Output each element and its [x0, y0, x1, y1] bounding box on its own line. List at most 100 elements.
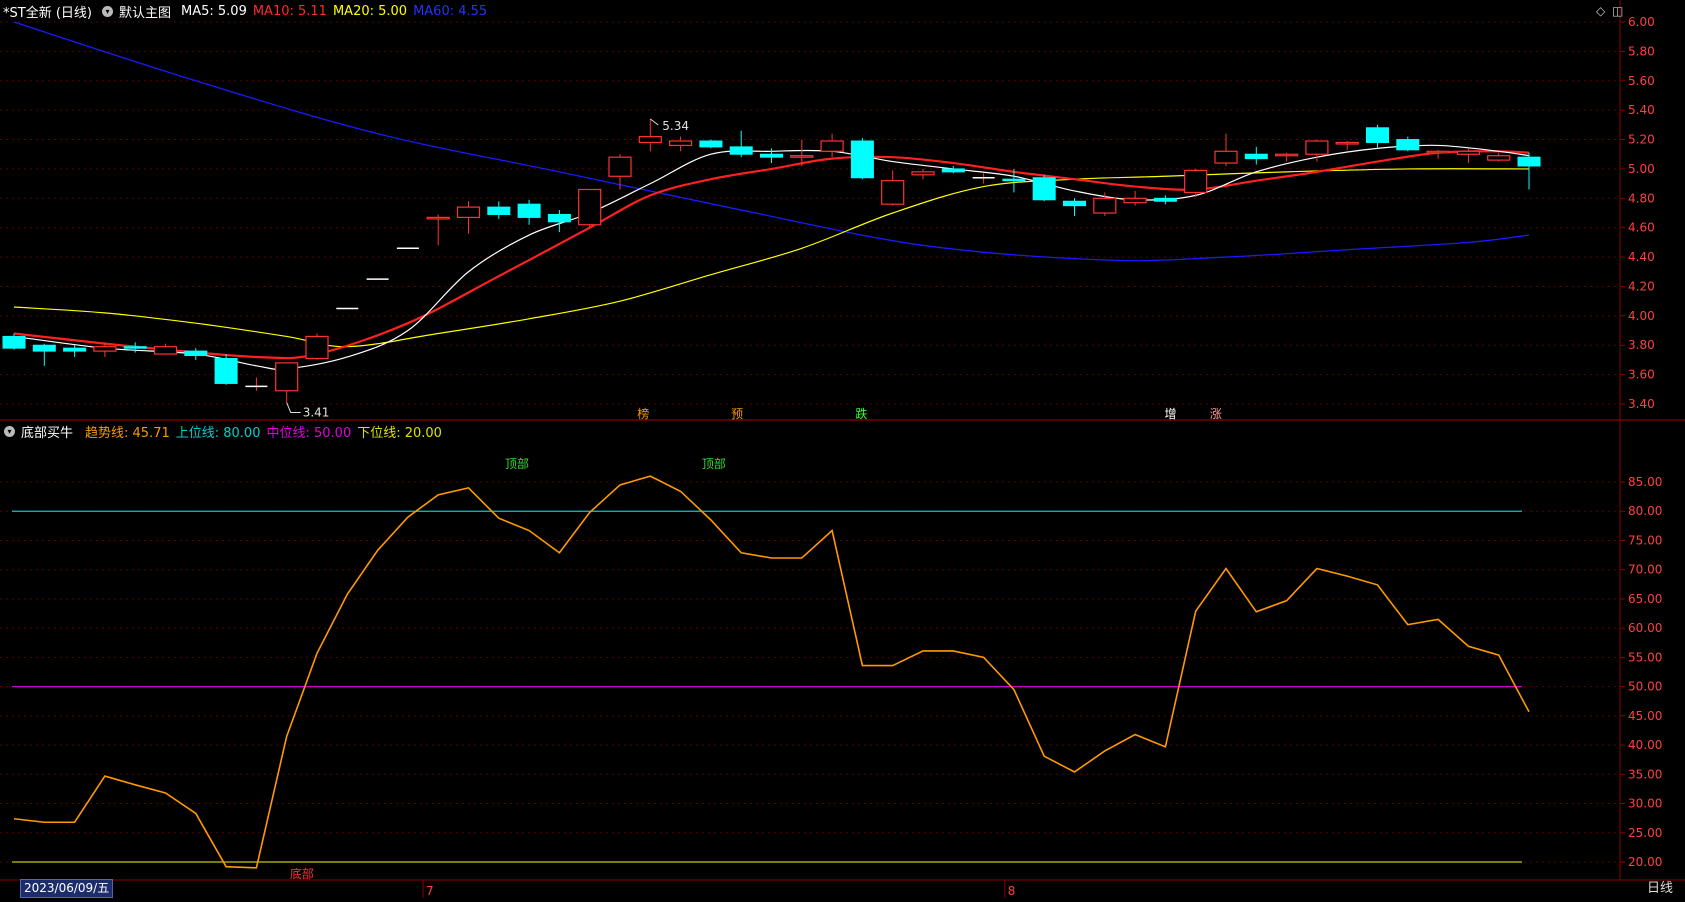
indicator-header: ▾ 底部买牛 趋势线: 45.71 上位线: 80.00 中位线: 50.00 … — [0, 420, 448, 442]
candle-body-down — [63, 347, 87, 352]
ma10-line — [13, 150, 1530, 360]
price-tick-label: 4.20 — [1628, 279, 1655, 293]
candle-body-up — [638, 136, 662, 144]
candle-body-up — [93, 346, 117, 352]
price-tick-label: 5.00 — [1628, 162, 1655, 176]
candle-body-up — [820, 140, 844, 152]
candle-body-down — [850, 140, 874, 179]
event-label: 涨 — [1210, 406, 1222, 421]
candle-body-down — [1002, 178, 1026, 182]
candle-body-down — [32, 344, 56, 352]
candle-body-up — [608, 156, 632, 177]
template-toggle-icon[interactable]: ▾ — [101, 5, 113, 17]
candle — [1184, 168, 1208, 197]
candle — [1274, 152, 1299, 162]
ma20-legend: MA20: 5.00 — [332, 3, 408, 19]
price-tick-label: 5.60 — [1628, 74, 1655, 88]
indicator-tick-label: 25.00 — [1628, 826, 1662, 840]
indicator-tick-label: 80.00 — [1628, 504, 1662, 518]
price-tick-label: 4.40 — [1628, 250, 1655, 264]
candle-body-up — [790, 155, 814, 158]
candle — [184, 348, 208, 360]
price-tick-label: 3.40 — [1628, 397, 1655, 411]
month-label: 8 — [1008, 884, 1016, 898]
candle-body-up — [1305, 140, 1329, 155]
candle-body-up — [456, 206, 481, 219]
event-label: 榜 — [637, 406, 649, 421]
candle — [214, 354, 238, 385]
indicator-tick-label: 45.00 — [1628, 709, 1662, 723]
candle-body-up — [1184, 169, 1208, 194]
indicator-tick-label: 60.00 — [1628, 621, 1662, 635]
candle — [881, 170, 905, 206]
candle-body-up — [1093, 197, 1117, 214]
period-label[interactable]: 日线 — [1647, 880, 1673, 898]
candle-body-up — [305, 335, 329, 360]
candle-body-up — [1274, 153, 1299, 157]
indicator-annotation: 底部 — [290, 866, 314, 881]
candle-body-up — [911, 171, 935, 176]
candle-body-down — [214, 357, 238, 384]
price-tick-label: 6.00 — [1628, 15, 1655, 29]
candle-body-down — [941, 168, 965, 173]
candle — [699, 139, 723, 149]
middle-legend: 中位线: 50.00 — [266, 425, 352, 441]
candle — [1093, 192, 1117, 216]
candle-body-up — [275, 362, 299, 392]
indicator-name[interactable]: 底部买牛 — [21, 422, 73, 441]
max-price-label: 5.34 — [662, 119, 689, 133]
candle — [578, 188, 602, 228]
stock-title[interactable]: *ST全新 (日线) — [3, 2, 92, 21]
ma10-legend: MA10: 5.11 — [252, 3, 327, 19]
candle-body-down — [1032, 177, 1056, 201]
candle-body-down — [1517, 156, 1541, 167]
indicator-tick-label: 50.00 — [1628, 680, 1662, 694]
candle — [1244, 146, 1268, 165]
candle — [972, 173, 995, 184]
candle — [850, 138, 874, 180]
ma60-line — [13, 21, 1530, 262]
candle-body-down — [2, 335, 26, 349]
restore-window-icon[interactable]: ◫ — [1612, 4, 1623, 18]
candle-body-down — [547, 213, 571, 223]
diamond-icon[interactable]: ◇ — [1596, 4, 1605, 18]
candle — [729, 130, 753, 158]
candle — [638, 118, 662, 152]
indicator-annotation: 顶部 — [702, 456, 726, 471]
candle-body-down — [699, 140, 723, 148]
price-tick-label: 4.60 — [1628, 221, 1655, 235]
template-label[interactable]: 默认主图 — [119, 2, 171, 21]
event-label: 跌 — [855, 406, 867, 421]
candle — [2, 333, 26, 350]
candle — [1123, 190, 1147, 206]
candle-body-down — [760, 153, 783, 158]
ma20-line — [13, 168, 1530, 348]
candle — [608, 154, 632, 190]
indicator-toggle-icon[interactable]: ▾ — [4, 425, 15, 437]
candle — [668, 136, 693, 152]
candle — [487, 201, 511, 219]
max-pointer — [650, 118, 659, 126]
candle — [1214, 133, 1238, 166]
candle — [547, 210, 571, 233]
candle-body-down — [1153, 197, 1177, 202]
candle-body-down — [1366, 127, 1389, 143]
indicator-tick-label: 75.00 — [1628, 533, 1662, 547]
candle-body-up — [881, 180, 905, 205]
candle — [32, 343, 56, 366]
candle — [1396, 136, 1420, 152]
candle-body-up — [1123, 197, 1147, 204]
candle — [941, 165, 965, 174]
price-tick-label: 3.60 — [1628, 368, 1655, 382]
min-price-label: 3.41 — [303, 406, 330, 420]
price-tick-label: 4.00 — [1628, 309, 1655, 323]
candle-body-down — [1244, 153, 1268, 160]
candle — [1063, 198, 1086, 216]
candle — [456, 201, 481, 234]
candle — [517, 199, 541, 225]
event-label: 增 — [1164, 407, 1176, 421]
price-tick-label: 5.20 — [1628, 133, 1655, 147]
lower-legend: 下位线: 20.00 — [357, 425, 442, 441]
chart-canvas: 5.34 3.41 榜 预 跌 增 涨 顶部 顶部底部 6.00 5.80 5.60 5.40 5.2… — [0, 0, 1685, 898]
price-tick-label: 3.80 — [1628, 338, 1655, 352]
